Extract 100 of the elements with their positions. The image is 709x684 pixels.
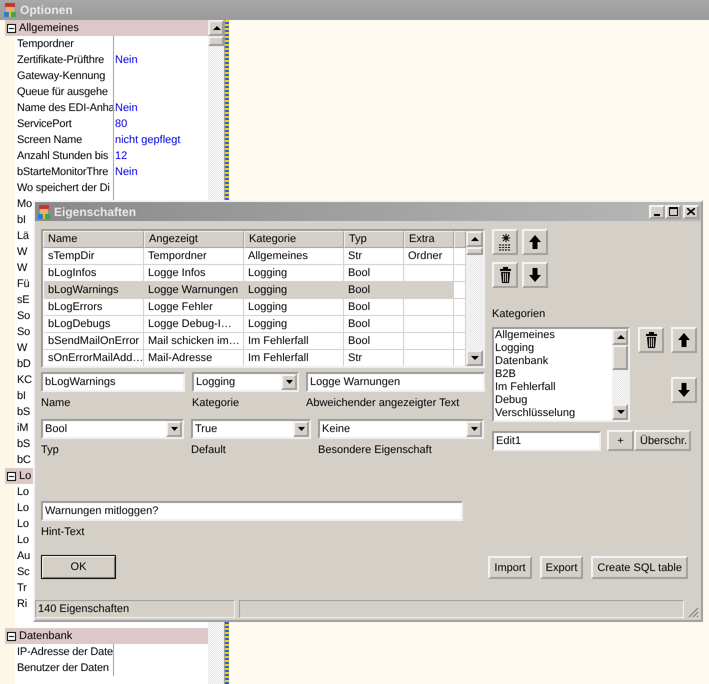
table-cell: Str xyxy=(344,350,404,366)
table-row[interactable]: bLogWarnings Logge Warnungen Logging Bool xyxy=(43,282,466,299)
option-name: Zertifikate-Prüfthre xyxy=(17,54,104,66)
option-value[interactable]: 80 xyxy=(115,118,128,130)
dropdown-arrow-icon xyxy=(470,427,478,431)
input-field[interactable]: Edit1 xyxy=(492,430,601,450)
option-value[interactable]: nicht gepflegt xyxy=(115,134,180,146)
move-up-button[interactable] xyxy=(671,327,697,353)
option-name: Ri xyxy=(17,598,27,610)
option-name: Name des EDI-Anha xyxy=(17,102,114,114)
maximize-icon xyxy=(668,207,678,216)
list-item[interactable]: Verschlüsselung xyxy=(495,407,612,420)
option-name: Lo xyxy=(17,518,29,530)
option-value[interactable]: 12 xyxy=(115,150,128,162)
scrollbar[interactable] xyxy=(466,231,483,366)
table-row[interactable]: bSendMailOnError Mail schicken im… Im Fehlerfall Bool xyxy=(43,333,466,350)
dropdown-arrow-icon xyxy=(298,427,304,431)
field-label: Typ xyxy=(41,444,60,456)
scrollbar[interactable] xyxy=(612,329,628,420)
option-name: W xyxy=(17,262,28,274)
option-value[interactable]: Nein xyxy=(115,54,138,66)
delete-button[interactable] xyxy=(492,262,518,288)
dropdown[interactable]: Logging xyxy=(192,372,299,392)
move-up-button[interactable] xyxy=(522,229,548,255)
input-field[interactable]: bLogWarnings xyxy=(41,372,185,392)
option-name: Tr xyxy=(17,582,27,594)
group-header[interactable]: Datenbank xyxy=(5,628,208,644)
table-cell: Bool xyxy=(344,316,404,333)
table-cell: Str xyxy=(344,248,404,265)
field-label: Hint-Text xyxy=(41,526,86,538)
option-name: sE xyxy=(17,294,30,306)
dropdown[interactable]: Keine xyxy=(318,419,484,439)
action-button[interactable]: Import xyxy=(488,556,532,579)
option-name: Tempordner xyxy=(17,38,74,50)
close-icon xyxy=(687,208,695,215)
move-down-button[interactable] xyxy=(522,262,548,288)
table-cell: Logge Warnungen xyxy=(144,282,244,299)
list-item[interactable]: Debug xyxy=(495,394,612,407)
column-header[interactable]: Extra xyxy=(404,231,454,248)
dropdown-arrow-icon xyxy=(170,427,178,431)
table-row[interactable]: bLogErrors Logge Fehler Logging Bool xyxy=(43,299,466,316)
option-name: Lo xyxy=(17,534,29,546)
option-name: So xyxy=(17,326,30,338)
table-cell: Bool xyxy=(344,333,404,350)
column-header[interactable]: Typ xyxy=(344,231,404,248)
table-cell: Bool xyxy=(344,282,404,299)
input-field[interactable]: Warnungen mitloggen? xyxy=(41,501,463,521)
table-cell: Allgemeines xyxy=(244,248,344,265)
list-item[interactable]: Datenbank xyxy=(495,355,612,368)
option-name: So xyxy=(17,310,30,322)
option-name: iM xyxy=(17,422,28,434)
list-item[interactable]: Logging xyxy=(495,342,612,355)
option-name: Screen Name xyxy=(17,134,82,146)
option-name: Fü xyxy=(17,278,30,290)
table-cell: Logging xyxy=(244,282,344,299)
column-header[interactable]: Kategorie xyxy=(244,231,344,248)
option-name: bStarteMonitorThre xyxy=(17,166,108,178)
ok-button[interactable]: OK xyxy=(41,555,116,579)
dropdown[interactable]: Bool xyxy=(41,419,184,439)
list-item[interactable]: Im Fehlerfall xyxy=(495,381,612,394)
table-cell: bLogWarnings xyxy=(44,282,144,299)
overwrite-button[interactable]: Überschr. xyxy=(634,430,691,451)
option-name: Mo xyxy=(17,198,32,210)
list-item[interactable]: B2B xyxy=(495,368,612,381)
table-cell: bLogDebugs xyxy=(44,316,144,333)
table-cell: bLogErrors xyxy=(44,299,144,316)
option-name: Queue für ausgehe xyxy=(17,86,108,98)
column-header[interactable]: Name xyxy=(43,231,144,248)
option-name: W xyxy=(17,246,28,258)
option-value[interactable]: Nein xyxy=(115,102,138,114)
table-row[interactable]: bLogDebugs Logge Debug-I… Logging Bool xyxy=(43,316,466,333)
maximize-button[interactable] xyxy=(665,204,681,218)
option-value[interactable]: Nein xyxy=(115,166,138,178)
option-name: Sc xyxy=(17,566,30,578)
option-name: W xyxy=(17,342,28,354)
move-down-button[interactable] xyxy=(671,376,697,402)
option-name: Gateway-Kennung xyxy=(17,70,106,82)
new-button[interactable] xyxy=(492,229,518,255)
column-header[interactable]: Angezeigt xyxy=(144,231,244,248)
option-name: ServicePort xyxy=(17,118,72,130)
add-button[interactable]: + xyxy=(607,430,634,451)
action-button[interactable]: Create SQL table xyxy=(591,556,688,579)
option-name: Lo xyxy=(17,486,29,498)
table-row[interactable]: sTempDir Tempordner Allgemeines Str Ordner xyxy=(43,248,466,265)
dropdown[interactable]: True xyxy=(191,419,311,439)
minimize-button[interactable] xyxy=(649,204,665,218)
close-button[interactable] xyxy=(683,204,699,218)
delete-button[interactable] xyxy=(638,327,664,353)
input-field[interactable]: Logge Warnungen xyxy=(306,372,485,392)
group-label: Allgemeines xyxy=(19,22,79,34)
table-cell xyxy=(454,282,466,299)
action-button[interactable]: Export xyxy=(540,556,584,579)
field-label: Kategorie xyxy=(192,397,240,409)
option-name: bC xyxy=(17,454,31,466)
list-item[interactable]: Allgemeines xyxy=(495,329,612,342)
window-title: Optionen xyxy=(20,3,73,17)
table-cell: Im Fehlerfall xyxy=(244,333,344,350)
table-cell: Tempordner xyxy=(144,248,244,265)
field-label: Abweichender angezeigter Text xyxy=(306,397,460,409)
group-header[interactable]: Allgemeines xyxy=(5,20,208,36)
